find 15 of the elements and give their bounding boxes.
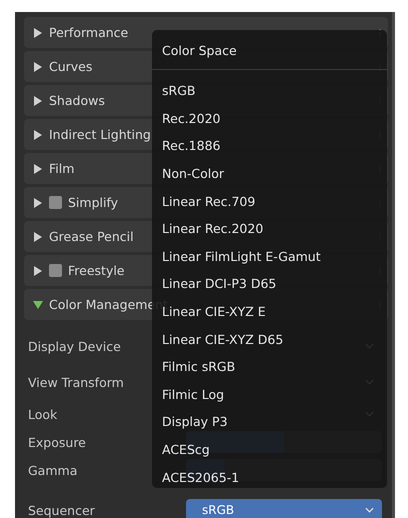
property-label: Sequencer <box>28 502 95 518</box>
panel-title: Film <box>49 161 74 176</box>
property-label: Gamma <box>28 462 78 478</box>
panel-title: Performance <box>49 25 128 40</box>
menu-title: Color Space <box>162 43 237 58</box>
panel-title: Grease Pencil <box>49 229 134 244</box>
property-label: Exposure <box>28 434 86 450</box>
panel-title: Simplify <box>68 195 118 210</box>
property-label: View Transform <box>28 374 124 390</box>
panel-title: Indirect Lighting <box>49 127 151 142</box>
property-label: Display Device <box>28 338 121 354</box>
property-label: Look <box>28 406 58 422</box>
panel-title: Curves <box>49 59 92 74</box>
panel-title: Shadows <box>49 93 105 108</box>
panel-title: Freestyle <box>68 263 125 278</box>
